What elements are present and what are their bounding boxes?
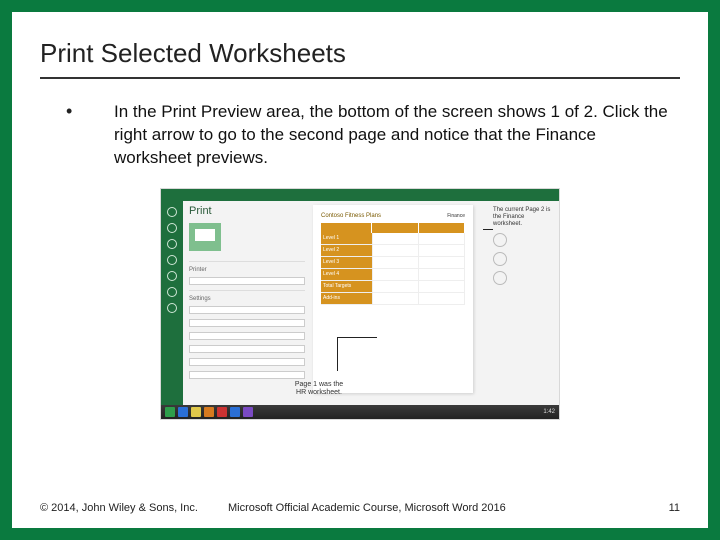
zoom-icon — [493, 271, 507, 285]
slide-title: Print Selected Worksheets — [40, 38, 680, 79]
screenshot: Print Printer Settings Contoso Fitness P… — [160, 188, 560, 420]
settings-label: Settings — [189, 290, 305, 304]
zoom-icon — [493, 252, 507, 266]
printer-select[interactable] — [189, 277, 305, 285]
rail-icon — [167, 271, 177, 281]
setting-field[interactable] — [189, 306, 305, 314]
preview-table: Level 1 Level 2 Level 3 Level 4 Total Ta… — [321, 223, 465, 305]
window-titlebar — [161, 189, 559, 201]
rail-icon — [167, 207, 177, 217]
callout-text-right: The current Page 2 is the Finance worksh… — [493, 207, 553, 229]
rail-icon — [167, 255, 177, 265]
callout-text-bottom: Page 1 was the HR worksheet. — [289, 381, 349, 396]
setting-field[interactable] — [189, 371, 305, 379]
taskbar-icon — [178, 407, 188, 417]
rail-icon — [167, 223, 177, 233]
right-callout: The current Page 2 is the Finance worksh… — [493, 207, 553, 291]
taskbar-icon — [204, 407, 214, 417]
taskbar-icon — [230, 407, 240, 417]
setting-field[interactable] — [189, 358, 305, 366]
print-panel: Print Printer Settings — [189, 205, 305, 384]
bullet-marker: • — [66, 101, 114, 122]
taskbar-clock: 1:42 — [543, 409, 559, 415]
taskbar: 1:42 — [161, 405, 559, 419]
rail-icon — [167, 303, 177, 313]
rail-icon — [167, 287, 177, 297]
footer-course: Microsoft Official Academic Course, Micr… — [228, 502, 644, 514]
printer-label: Printer — [189, 261, 305, 275]
taskbar-icon — [191, 407, 201, 417]
zoom-icon — [493, 233, 507, 247]
taskbar-icon — [217, 407, 227, 417]
callout-leader-bottom — [337, 337, 338, 371]
callout-leader-right — [483, 229, 493, 230]
footer-copyright: © 2014, John Wiley & Sons, Inc. — [40, 502, 228, 514]
rail-icon — [167, 239, 177, 249]
slide-footer: © 2014, John Wiley & Sons, Inc. Microsof… — [40, 502, 680, 514]
print-heading: Print — [189, 205, 305, 217]
footer-page: 11 — [644, 502, 680, 514]
print-button[interactable] — [189, 223, 221, 251]
setting-field[interactable] — [189, 332, 305, 340]
setting-field[interactable] — [189, 319, 305, 327]
preview-doc-col: Finance — [447, 213, 465, 219]
bullet-item: • In the Print Preview area, the bottom … — [40, 101, 680, 184]
taskbar-icon — [165, 407, 175, 417]
setting-field[interactable] — [189, 345, 305, 353]
backstage-rail — [161, 201, 183, 405]
bullet-text: In the Print Preview area, the bottom of… — [114, 101, 672, 170]
preview-doc-title: Contoso Fitness Plans — [321, 213, 381, 219]
taskbar-icon — [243, 407, 253, 417]
